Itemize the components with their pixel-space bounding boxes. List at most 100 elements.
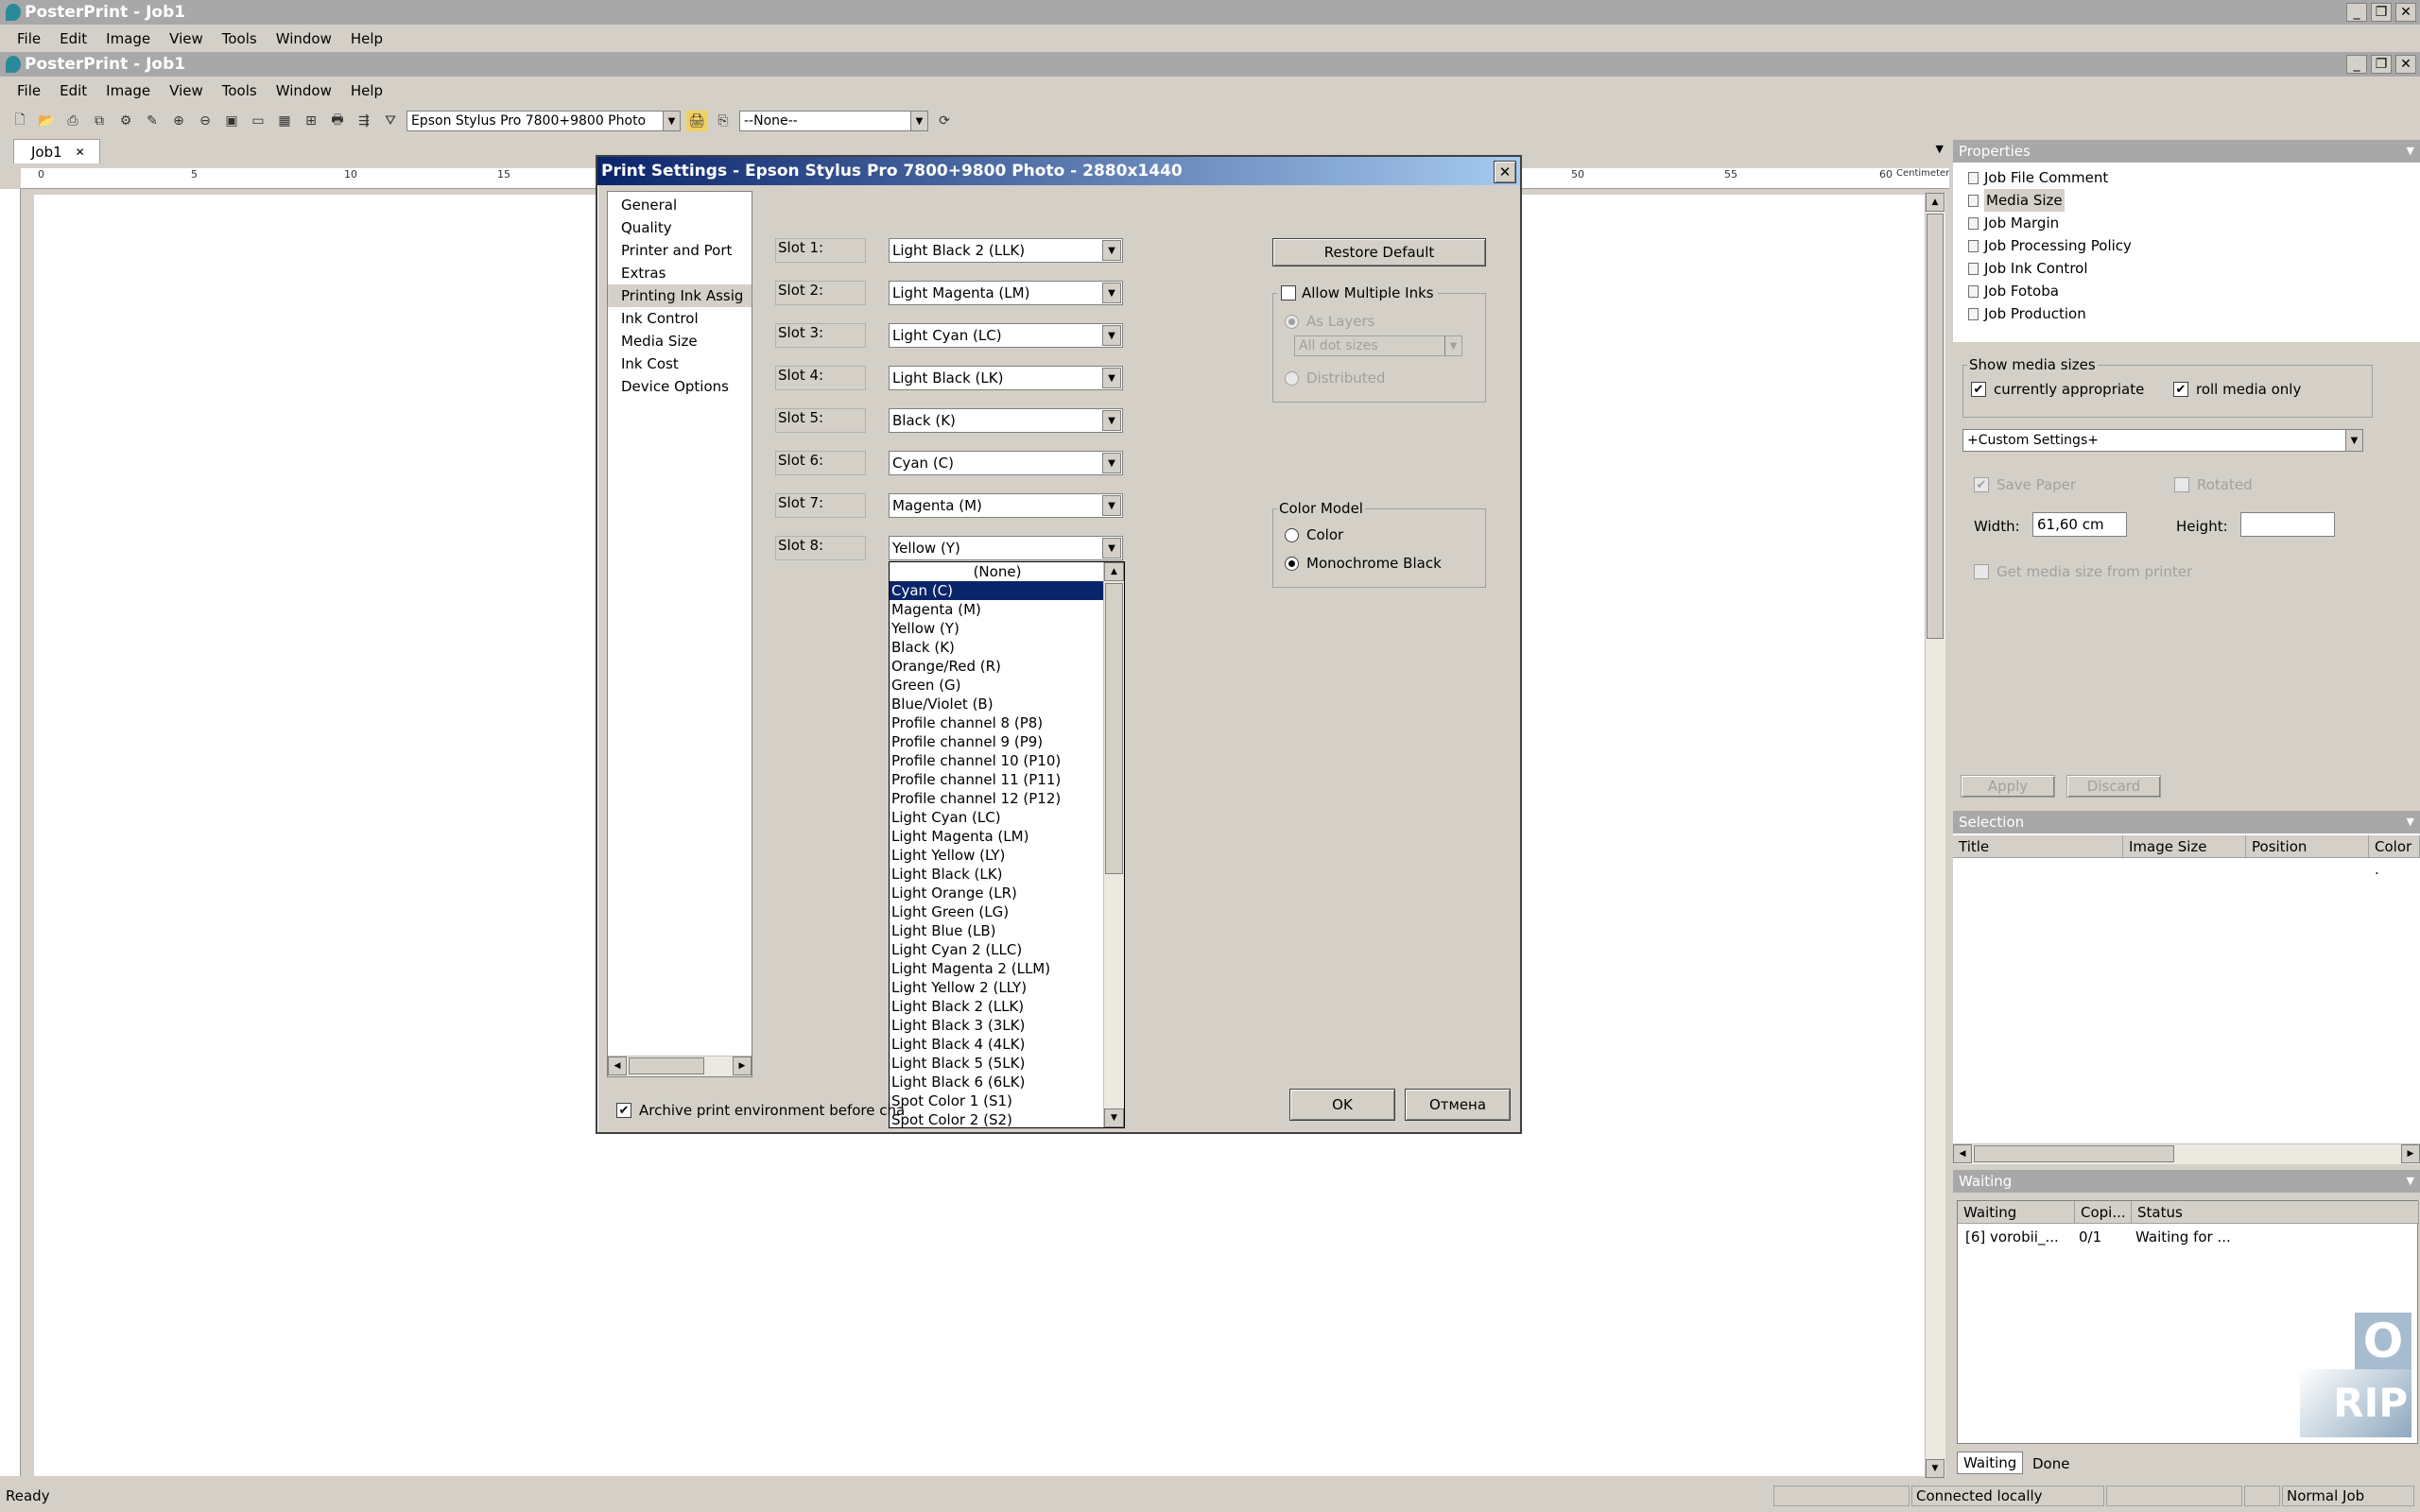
dropdown-option[interactable]: Light Black 4 (4LK) <box>890 1035 1124 1054</box>
slot-1-select[interactable]: Light Black 2 (LLK) ▼ <box>889 238 1123 263</box>
scroll-up-icon[interactable]: ▲ <box>1104 562 1124 581</box>
zoom-out-icon[interactable]: ⊖ <box>195 111 216 131</box>
column-position[interactable]: Position <box>2246 835 2369 858</box>
menu-window[interactable]: Window <box>268 82 339 99</box>
menu-image[interactable]: Image <box>98 30 158 47</box>
nav-ink-cost[interactable]: Ink Cost <box>608 352 752 375</box>
rip-icon[interactable]: ⚙ <box>115 111 136 131</box>
menu-tools[interactable]: Tools <box>215 82 265 99</box>
dropdown-option[interactable]: Green (G) <box>890 676 1124 695</box>
width-input[interactable]: 61,60 cm <box>2032 512 2127 537</box>
distributed-radio[interactable]: Distributed <box>1285 369 1385 387</box>
nav-quality[interactable]: Quality <box>608 216 752 239</box>
menu-view[interactable]: View <box>162 30 211 47</box>
selection-horizontal-scrollbar[interactable]: ◀ ▶ <box>1953 1143 2420 1164</box>
scroll-thumb[interactable] <box>1927 214 1944 639</box>
tab-waiting[interactable]: Waiting <box>1957 1452 2024 1474</box>
nav-printing-ink-assignment[interactable]: Printing Ink Assig <box>608 284 752 307</box>
menu-image[interactable]: Image <box>98 82 158 99</box>
printer-settings-icon[interactable]: 🖨 <box>686 111 707 131</box>
prop-job-processing-policy[interactable]: Job Processing Policy <box>1968 234 2420 257</box>
print-icon[interactable]: ⎙ <box>62 111 83 131</box>
height-input[interactable] <box>2240 512 2335 537</box>
scroll-right-icon[interactable]: ▶ <box>733 1057 752 1075</box>
dropdown-option[interactable]: (None) <box>890 562 1103 581</box>
dropdown-option[interactable]: Profile channel 12 (P12) <box>890 789 1124 808</box>
prop-job-fotoba[interactable]: Job Fotoba <box>1968 280 2420 302</box>
menu-file[interactable]: File <box>9 82 48 99</box>
slot-6-select[interactable]: Cyan (C) ▼ <box>889 451 1123 475</box>
scroll-left-icon[interactable]: ◀ <box>608 1057 627 1075</box>
nav-general[interactable]: General <box>608 194 752 216</box>
tab-done[interactable]: Done <box>2027 1453 2075 1474</box>
slot-5-select[interactable]: Black (K) ▼ <box>889 408 1123 433</box>
prop-job-ink-control[interactable]: Job Ink Control <box>1968 257 2420 280</box>
copy-icon[interactable]: ⧉ <box>89 111 110 131</box>
menu-file[interactable]: File <box>9 30 48 47</box>
slot-2-select[interactable]: Light Magenta (LM) ▼ <box>889 281 1123 305</box>
scroll-right-icon[interactable]: ▶ <box>2401 1144 2420 1163</box>
nav-ink-control[interactable]: Ink Control <box>608 307 752 330</box>
chevron-down-icon[interactable]: ▼ <box>2407 1170 2414 1193</box>
dropdown-option[interactable]: Spot Color 1 (S1) <box>890 1091 1124 1110</box>
close-icon[interactable]: ✕ <box>2395 3 2416 22</box>
menu-help[interactable]: Help <box>343 30 390 47</box>
media-preset-select[interactable]: +Custom Settings+ ▼ <box>1962 429 2363 452</box>
dropdown-option[interactable]: Light Black 5 (5LK) <box>890 1054 1124 1073</box>
restore-icon[interactable]: ❐ <box>2371 3 2392 22</box>
dropdown-option-selected[interactable]: Cyan (C) <box>890 581 1103 600</box>
discard-button[interactable]: Discard <box>2066 775 2161 798</box>
apply-button[interactable]: Apply <box>1961 775 2055 798</box>
slot-4-select[interactable]: Light Black (LK) ▼ <box>889 366 1123 390</box>
close-icon[interactable]: ✕ <box>2395 55 2416 74</box>
dropdown-option[interactable]: Light Magenta (LM) <box>890 827 1124 846</box>
column-status[interactable]: Status <box>2132 1201 2419 1224</box>
restore-default-button[interactable]: Restore Default <box>1272 238 1486 266</box>
color-radio[interactable]: Color <box>1285 526 1343 543</box>
preset-select[interactable]: --None-- ▼ <box>739 111 928 131</box>
column-copies[interactable]: Copi... <box>2075 1201 2132 1224</box>
printer-icon[interactable]: 🖶 <box>327 111 348 131</box>
page-icon[interactable]: ▭ <box>248 111 268 131</box>
column-image-size[interactable]: Image Size <box>2123 835 2246 858</box>
minimize-icon[interactable]: _ <box>2346 3 2367 22</box>
dialog-close-button[interactable]: ✕ <box>1494 161 1516 183</box>
canvas-vertical-scrollbar[interactable]: ▲ ▼ <box>1925 193 1945 1478</box>
tabs-menu-icon[interactable]: ▼ <box>1936 143 1944 155</box>
save-paper-checkbox[interactable]: ✔ Save Paper <box>1974 476 2076 493</box>
chevron-down-icon[interactable]: ▼ <box>2407 140 2414 163</box>
dropdown-option[interactable]: Light Orange (LR) <box>890 884 1124 902</box>
dropdown-option[interactable]: Light Black 2 (LLK) <box>890 997 1124 1016</box>
menu-edit[interactable]: Edit <box>52 30 95 47</box>
table-row[interactable]: [6] vorobii_... 0/1 Waiting for ... <box>1958 1226 2417 1250</box>
dropdown-option[interactable]: Light Black (LK) <box>890 865 1124 884</box>
dropdown-option[interactable]: Profile channel 10 (P10) <box>890 751 1124 770</box>
refresh-icon[interactable]: ⟳ <box>934 111 955 131</box>
dropdown-scrollbar[interactable]: ▲ ▼ <box>1103 562 1124 1127</box>
fit-icon[interactable]: ▣ <box>221 111 242 131</box>
dropdown-option[interactable]: Light Yellow (LY) <box>890 846 1124 865</box>
color-icon[interactable]: ✎ <box>142 111 163 131</box>
allow-multiple-inks-checkbox[interactable]: Allow Multiple Inks <box>1277 284 1438 301</box>
dropdown-option[interactable]: Light Green (LG) <box>890 902 1124 921</box>
nav-printer-and-port[interactable]: Printer and Port <box>608 239 752 262</box>
dropdown-option[interactable]: Light Magenta 2 (LLM) <box>890 959 1124 978</box>
device-icon[interactable]: ⎘ <box>713 111 734 131</box>
scroll-left-icon[interactable]: ◀ <box>1953 1144 1972 1163</box>
close-icon[interactable]: ✕ <box>76 146 85 159</box>
dot-sizes-select[interactable]: All dot sizes ▼ <box>1294 335 1462 356</box>
nav-horizontal-scrollbar[interactable]: ◀ ▶ <box>608 1056 752 1076</box>
menu-tools[interactable]: Tools <box>215 30 265 47</box>
dropdown-option[interactable]: Light Blue (LB) <box>890 921 1124 940</box>
dropdown-option[interactable]: Light Cyan 2 (LLC) <box>890 940 1124 959</box>
menu-edit[interactable]: Edit <box>52 82 95 99</box>
open-icon[interactable]: 📂 <box>36 111 57 131</box>
currently-appropriate-checkbox[interactable]: ✔ currently appropriate <box>1971 381 2144 398</box>
scroll-thumb[interactable] <box>629 1057 704 1074</box>
slot-3-select[interactable]: Light Cyan (LC) ▼ <box>889 323 1123 348</box>
prop-job-production[interactable]: Job Production <box>1968 302 2420 325</box>
scroll-thumb[interactable] <box>1105 583 1123 874</box>
nav-media-size[interactable]: Media Size <box>608 330 752 352</box>
menu-help[interactable]: Help <box>343 82 390 99</box>
rotated-checkbox[interactable]: Rotated <box>2174 476 2253 493</box>
